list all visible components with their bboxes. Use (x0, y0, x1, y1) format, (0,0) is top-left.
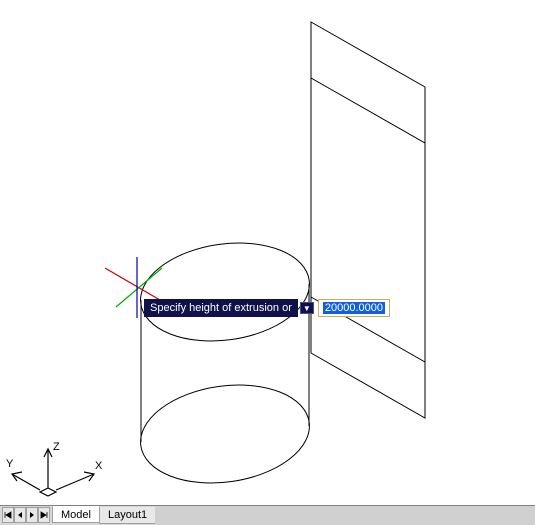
tab-next-button[interactable] (26, 507, 38, 523)
tab-first-button[interactable] (2, 507, 14, 523)
extrusion-height-value: 20000.0000 (323, 302, 385, 314)
first-icon (4, 511, 12, 519)
command-prompt-label: Specify height of extrusion or (144, 299, 298, 317)
extrusion-height-input[interactable]: 20000.0000 (318, 299, 390, 317)
ucs-icon (12, 449, 94, 496)
next-icon (28, 511, 36, 519)
cylinder-wireframe (134, 233, 316, 494)
tab-model[interactable]: Model (52, 506, 100, 523)
tab-nav-buttons (2, 507, 50, 525)
tab-strip-background (155, 506, 535, 525)
tab-prev-button[interactable] (14, 507, 26, 523)
ucs-y-label: Y (6, 458, 13, 470)
box-wireframe (311, 22, 425, 418)
drawing-canvas (0, 0, 535, 505)
layout-tab-bar: Model Layout1 (0, 505, 535, 525)
tab-last-button[interactable] (38, 507, 50, 523)
prev-icon (16, 511, 24, 519)
dynamic-input-tooltip: Specify height of extrusion or ▼ 20000.0… (144, 299, 390, 317)
prompt-options-dropdown-icon[interactable]: ▼ (300, 302, 314, 314)
tab-layout1[interactable]: Layout1 (99, 507, 156, 524)
ucs-z-label: Z (53, 441, 60, 453)
ucs-x-label: X (95, 460, 102, 472)
drawing-viewport[interactable]: Z X Y Specify height of extrusion or ▼ 2… (0, 0, 535, 505)
last-icon (40, 511, 48, 519)
